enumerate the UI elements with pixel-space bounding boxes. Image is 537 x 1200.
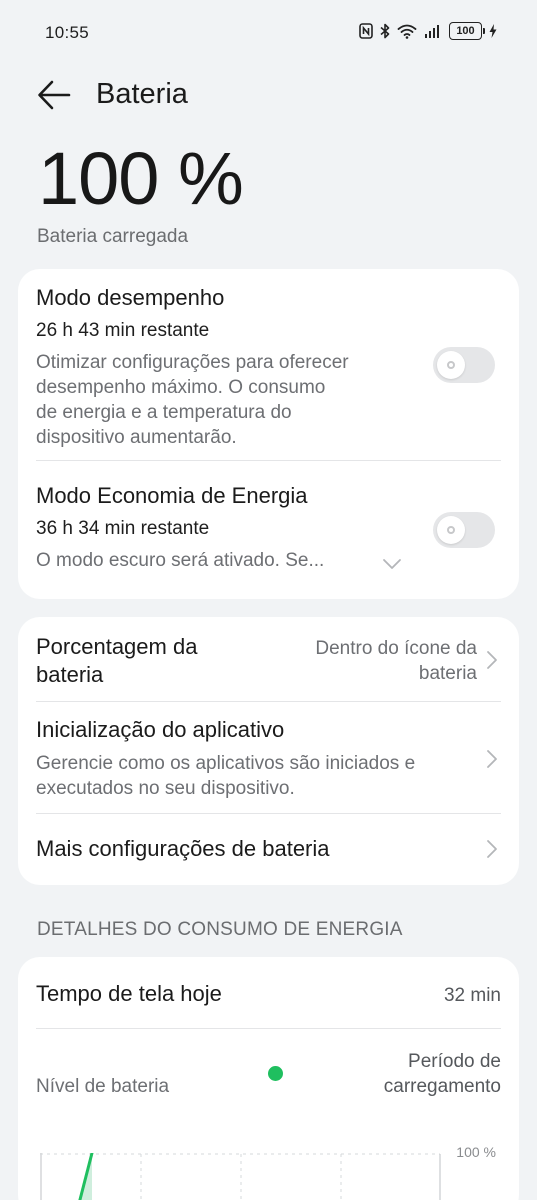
app-header: Bateria [0,70,537,122]
battery-percentage-value: Dentro do ícone da bateria [315,638,477,684]
chevron-right-icon [485,649,499,671]
battery-percentage-title: Porcentagem da bateria [36,634,198,687]
battery-icon: 100 [449,22,485,40]
battery-percentage-row[interactable]: Porcentagem da bateria Dentro do ícone d… [18,617,519,701]
wifi-icon [397,24,417,39]
bluetooth-icon [380,23,390,39]
charging-bolt-icon [489,24,497,38]
power-saving-mode-toggle[interactable] [433,512,495,548]
settings-card: Porcentagem da bateria Dentro do ícone d… [18,617,519,885]
more-battery-settings-row[interactable]: Mais configurações de bateria [18,814,519,885]
battery-level-chart [40,1151,442,1200]
status-icons: 100 [359,22,497,40]
screen-time-value: 32 min [443,985,501,1006]
back-arrow-icon[interactable] [36,78,72,112]
performance-mode-remaining: 26 h 43 min restante [36,320,210,341]
usage-card: Tempo de tela hoje 32 min Nível de bater… [18,957,519,1200]
app-launch-description: Gerencie como os aplicativos são iniciad… [36,753,416,799]
status-bar: 10:55 100 [0,0,537,66]
page-title: Bateria [96,78,188,110]
toggle-knob [437,516,465,544]
charging-period-legend: Período de carregamento [383,1051,501,1097]
battery-status: Bateria carregada [37,226,189,247]
performance-mode-description: Otimizar configurações para oferecer des… [36,352,349,448]
divider [36,460,501,461]
performance-mode-title: Modo desempenho [36,285,225,310]
section-heading: DETALHES DO CONSUMO DE ENERGIA [37,919,403,940]
battery-level-legend: Nível de bateria [36,1076,170,1097]
power-saving-mode-remaining: 36 h 34 min restante [36,518,210,539]
chart-y-max-label: 100 % [456,1144,496,1160]
more-battery-settings-title: Mais configurações de bateria [36,836,330,861]
signal-icon [424,24,442,38]
performance-mode-toggle[interactable] [433,347,495,383]
chevron-right-icon [485,838,499,860]
modes-card: Modo desempenho 26 h 43 min restante Oti… [18,269,519,599]
toggle-knob [437,351,465,379]
screen-time-label: Tempo de tela hoje [36,981,222,1006]
app-launch-title: Inicialização do aplicativo [36,717,285,742]
status-time: 10:55 [45,23,90,42]
chevron-right-icon [485,748,499,770]
nfc-icon [359,23,373,39]
divider [36,1028,501,1029]
power-saving-mode-description: O modo escuro será ativado. Se... [36,550,325,571]
power-saving-mode-title: Modo Economia de Energia [36,483,308,508]
app-launch-row[interactable]: Inicialização do aplicativo Gerencie com… [18,702,519,813]
charging-legend-dot [268,1066,283,1081]
battery-percent: 100 % [38,137,244,220]
chevron-down-icon[interactable] [382,557,402,569]
